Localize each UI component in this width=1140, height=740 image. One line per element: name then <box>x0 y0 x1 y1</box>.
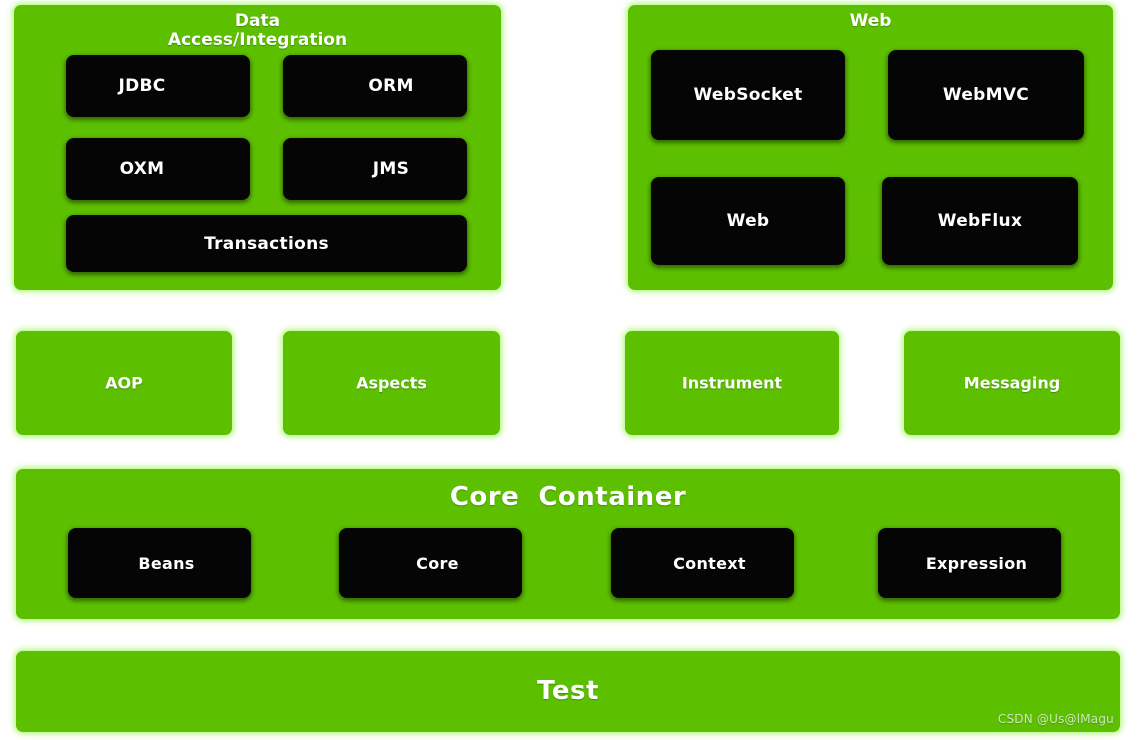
module-oxm-label: OXM <box>119 159 165 179</box>
module-jdbc[interactable]: JDBC <box>66 55 250 117</box>
module-webmvc-label: WebMVC <box>942 85 1030 105</box>
module-jdbc-label: JDBC <box>118 76 166 96</box>
module-orm[interactable]: ORM <box>283 55 467 117</box>
module-beans[interactable]: Beans <box>68 528 251 598</box>
module-aop[interactable]: AOP <box>16 331 232 435</box>
module-context-label: Context <box>673 553 746 573</box>
module-web[interactable]: Web <box>651 177 845 265</box>
panel-title-test: Test <box>537 676 599 706</box>
module-websocket-label: WebSocket <box>693 85 803 105</box>
module-core-label: Core <box>416 553 459 573</box>
module-aop-label: AOP <box>105 373 143 393</box>
module-orm-label: ORM <box>368 76 414 96</box>
module-webflux[interactable]: WebFlux <box>882 177 1078 265</box>
module-aspects-label: Aspects <box>356 373 427 393</box>
module-core[interactable]: Core <box>339 528 522 598</box>
module-context[interactable]: Context <box>611 528 794 598</box>
module-expression-label: Expression <box>925 553 1028 573</box>
module-beans-label: Beans <box>138 553 195 573</box>
module-instrument[interactable]: Instrument <box>625 331 839 435</box>
module-transactions[interactable]: Transactions <box>66 215 467 272</box>
module-webmvc[interactable]: WebMVC <box>888 50 1084 140</box>
panel-test: Test CSDN @Us@lMagu <box>16 651 1120 732</box>
panel-title-data-access-integration: Data Access/Integration <box>167 11 348 51</box>
spring-architecture-diagram: Data Access/Integration JDBC ORM OXM JMS… <box>0 0 1140 740</box>
module-messaging-label: Messaging <box>963 373 1061 393</box>
module-aspects[interactable]: Aspects <box>283 331 500 435</box>
module-instrument-label: Instrument <box>681 373 783 393</box>
module-websocket[interactable]: WebSocket <box>651 50 845 140</box>
module-transactions-label: Transactions <box>204 233 329 254</box>
panel-title-core-container: Core Container <box>449 482 687 512</box>
csdn-watermark: CSDN @Us@lMagu <box>997 712 1114 726</box>
module-expression[interactable]: Expression <box>878 528 1061 598</box>
module-oxm[interactable]: OXM <box>66 138 250 200</box>
panel-title-web: Web <box>849 11 892 31</box>
module-messaging[interactable]: Messaging <box>904 331 1120 435</box>
module-jms-label: JMS <box>372 159 410 179</box>
module-web-label: Web <box>726 211 770 231</box>
module-jms[interactable]: JMS <box>283 138 467 200</box>
module-webflux-label: WebFlux <box>937 211 1023 231</box>
